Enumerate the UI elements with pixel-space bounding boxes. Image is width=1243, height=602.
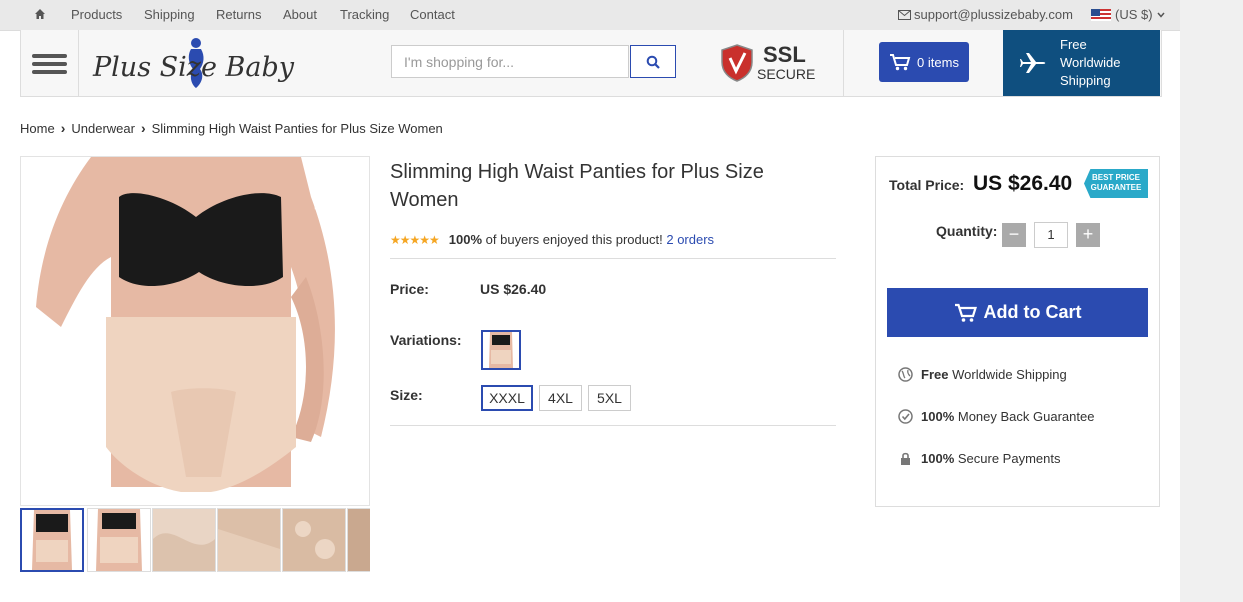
page: Products Shipping Returns About Tracking… (0, 0, 1180, 602)
nav-tracking[interactable]: Tracking (340, 7, 389, 22)
cart-button[interactable]: 0 items (879, 42, 969, 82)
quantity-decrease-button[interactable]: − (1002, 223, 1026, 247)
variation-option[interactable] (481, 330, 521, 370)
mail-icon (898, 9, 911, 20)
price-label: Price: (390, 281, 429, 297)
product-main-image[interactable] (20, 156, 370, 506)
cart-icon (954, 303, 977, 322)
rating-text: of buyers enjoyed this product! (485, 232, 663, 247)
support-email[interactable]: support@plussizebaby.com (898, 7, 1073, 22)
airplane-icon (1020, 53, 1046, 73)
size-label: Size: (390, 387, 423, 403)
check-circle-icon (898, 409, 913, 424)
breadcrumb-category[interactable]: Underwear (71, 121, 135, 136)
breadcrumb-home[interactable]: Home (20, 121, 55, 136)
globe-icon (898, 367, 913, 382)
thumbnail-4[interactable] (217, 508, 281, 572)
thumbnail-6[interactable] (347, 508, 370, 572)
prev-image-arrow-icon[interactable] (29, 322, 43, 342)
breadcrumb-current: Slimming High Waist Panties for Plus Siz… (151, 120, 443, 136)
total-price-value: US $26.40 (973, 172, 1073, 195)
next-image-arrow-icon[interactable] (347, 322, 361, 342)
nav-returns[interactable]: Returns (216, 7, 262, 22)
nav-products[interactable]: Products (71, 7, 122, 22)
currency-selector[interactable]: (US $) (1091, 7, 1165, 22)
price-value: US $26.40 (480, 281, 547, 297)
search-button[interactable] (630, 45, 676, 78)
thumbnail-1[interactable] (20, 508, 84, 572)
menu-icon[interactable] (21, 30, 79, 96)
divider (390, 425, 836, 426)
ssl-secure-badge: SSL SECURE (721, 42, 815, 84)
nav-shipping[interactable]: Shipping (144, 7, 195, 22)
free-shipping-banner[interactable]: Free Worldwide Shipping (1003, 30, 1160, 96)
best-price-badge: BEST PRICE GUARANTEE (1084, 169, 1148, 198)
perk-secure-payments: 100% Secure Payments (898, 451, 1060, 466)
thumbnail-2[interactable] (87, 508, 151, 572)
expand-icon[interactable] (313, 179, 345, 211)
nav-about[interactable]: About (283, 7, 317, 22)
breadcrumb: Home › Underwear › Slimming High Waist P… (20, 120, 443, 136)
star-rating-icon: ★★★★★ (390, 232, 440, 247)
search-icon (646, 55, 660, 69)
product-title: Slimming High Waist Panties for Plus Siz… (390, 161, 764, 211)
top-bar: Products Shipping Returns About Tracking… (0, 0, 1180, 31)
quantity-increase-button[interactable]: + (1076, 223, 1100, 247)
size-option-5xl[interactable]: 5XL (588, 385, 631, 411)
thumbnail-3[interactable] (152, 508, 216, 572)
page-gutter (1180, 0, 1243, 602)
add-to-cart-button[interactable]: Add to Cart (887, 288, 1148, 337)
quantity-input[interactable]: 1 (1034, 222, 1068, 248)
cart-icon (890, 54, 911, 71)
lock-icon (901, 452, 910, 465)
chevron-right-icon: › (60, 120, 66, 136)
shield-icon (721, 44, 753, 82)
size-option-xxxl[interactable]: XXXL (481, 385, 533, 411)
search-input[interactable]: I'm shopping for... (391, 45, 629, 78)
rating-percent: 100% (448, 232, 483, 247)
orders-link[interactable]: 2 orders (666, 232, 714, 247)
site-header: Plus Size Baby I'm shopping for... SSL S… (20, 30, 1162, 97)
us-flag-icon (1091, 8, 1111, 21)
chevron-right-icon: › (140, 120, 146, 136)
nav-contact[interactable]: Contact (410, 7, 455, 22)
thumbnail-strip (20, 508, 370, 572)
perk-shipping: Free Worldwide Shipping (898, 367, 1067, 382)
chevron-down-icon (1156, 12, 1165, 18)
home-icon[interactable] (34, 8, 46, 20)
variations-label: Variations: (390, 332, 462, 348)
rating-row: ★★★★★ 100% of buyers enjoyed this produc… (390, 232, 714, 247)
total-price-label: Total Price: (889, 177, 965, 193)
divider (390, 258, 836, 259)
quantity-label: Quantity: (936, 223, 998, 239)
buy-box: Total Price: US $26.40 BEST PRICE GUARAN… (875, 156, 1160, 507)
size-option-4xl[interactable]: 4XL (539, 385, 582, 411)
thumbnail-5[interactable] (282, 508, 346, 572)
site-logo[interactable]: Plus Size Baby (93, 36, 294, 90)
perk-money-back: 100% Money Back Guarantee (898, 409, 1094, 424)
